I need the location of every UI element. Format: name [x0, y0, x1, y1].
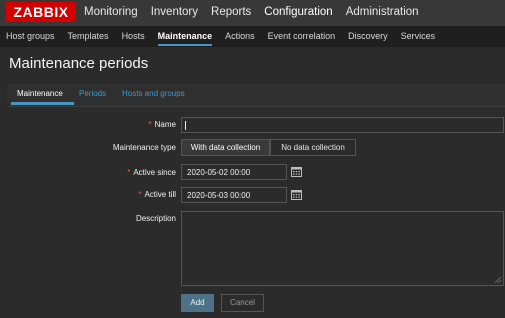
active-tab-indicator: [11, 102, 74, 105]
maintenance-type-with-data-collection[interactable]: With data collection: [181, 139, 270, 156]
description-label: Description: [135, 214, 176, 223]
name-input[interactable]: [181, 117, 504, 133]
form-tabs: Maintenance Periods Hosts and groups: [7, 84, 505, 107]
top-nav-reports[interactable]: Reports: [211, 0, 251, 26]
top-nav-configuration[interactable]: Configuration: [264, 0, 332, 26]
sub-nav-event-correlation[interactable]: Event correlation: [268, 26, 336, 47]
sub-nav-discovery[interactable]: Discovery: [348, 26, 388, 47]
active-since-input[interactable]: 2020-05-02 00:00: [181, 164, 287, 180]
top-nav: Monitoring Inventory Reports Configurati…: [84, 0, 432, 26]
sub-nav-maintenance[interactable]: Maintenance: [157, 26, 212, 47]
sub-nav-templates[interactable]: Templates: [68, 26, 109, 47]
cancel-button[interactable]: Cancel: [221, 294, 264, 312]
zabbix-logo[interactable]: ZABBIX: [6, 2, 76, 22]
maintenance-form-panel: Maintenance Periods Hosts and groups * Na…: [7, 84, 505, 318]
required-marker: *: [148, 120, 152, 129]
description-textarea[interactable]: [181, 211, 504, 286]
top-nav-monitoring[interactable]: Monitoring: [84, 0, 138, 26]
active-since-label-text: Active since: [133, 168, 176, 177]
page-title: Maintenance periods: [9, 55, 149, 72]
resize-grip-icon[interactable]: [495, 277, 501, 283]
required-marker: *: [127, 168, 131, 177]
top-menu-bar: ZABBIX Monitoring Inventory Reports Conf…: [0, 0, 505, 26]
tab-hosts-and-groups[interactable]: Hosts and groups: [122, 89, 185, 98]
maintenance-type-no-data-collection[interactable]: No data collection: [270, 139, 356, 156]
sub-nav-hosts[interactable]: Hosts: [122, 26, 145, 47]
required-marker: *: [138, 190, 142, 199]
name-label: * Name: [149, 120, 176, 129]
text-cursor: [185, 121, 186, 130]
sub-nav: Host groups Templates Hosts Maintenance …: [0, 26, 505, 47]
active-since-label: * Active since: [127, 168, 176, 177]
active-till-label: * Active till: [138, 190, 176, 199]
calendar-icon[interactable]: [291, 189, 302, 200]
calendar-icon[interactable]: [291, 166, 302, 177]
tab-maintenance[interactable]: Maintenance: [17, 89, 63, 98]
sub-nav-host-groups[interactable]: Host groups: [6, 26, 55, 47]
sub-nav-services[interactable]: Services: [401, 26, 436, 47]
name-label-text: Name: [154, 120, 176, 129]
sub-nav-actions[interactable]: Actions: [225, 26, 255, 47]
add-button[interactable]: Add: [181, 294, 214, 312]
active-till-input[interactable]: 2020-05-03 00:00: [181, 187, 287, 203]
top-nav-administration[interactable]: Administration: [346, 0, 419, 26]
maintenance-type-label: Maintenance type: [112, 143, 176, 152]
top-nav-inventory[interactable]: Inventory: [151, 0, 198, 26]
tab-periods[interactable]: Periods: [79, 89, 106, 98]
active-till-label-text: Active till: [144, 190, 176, 199]
